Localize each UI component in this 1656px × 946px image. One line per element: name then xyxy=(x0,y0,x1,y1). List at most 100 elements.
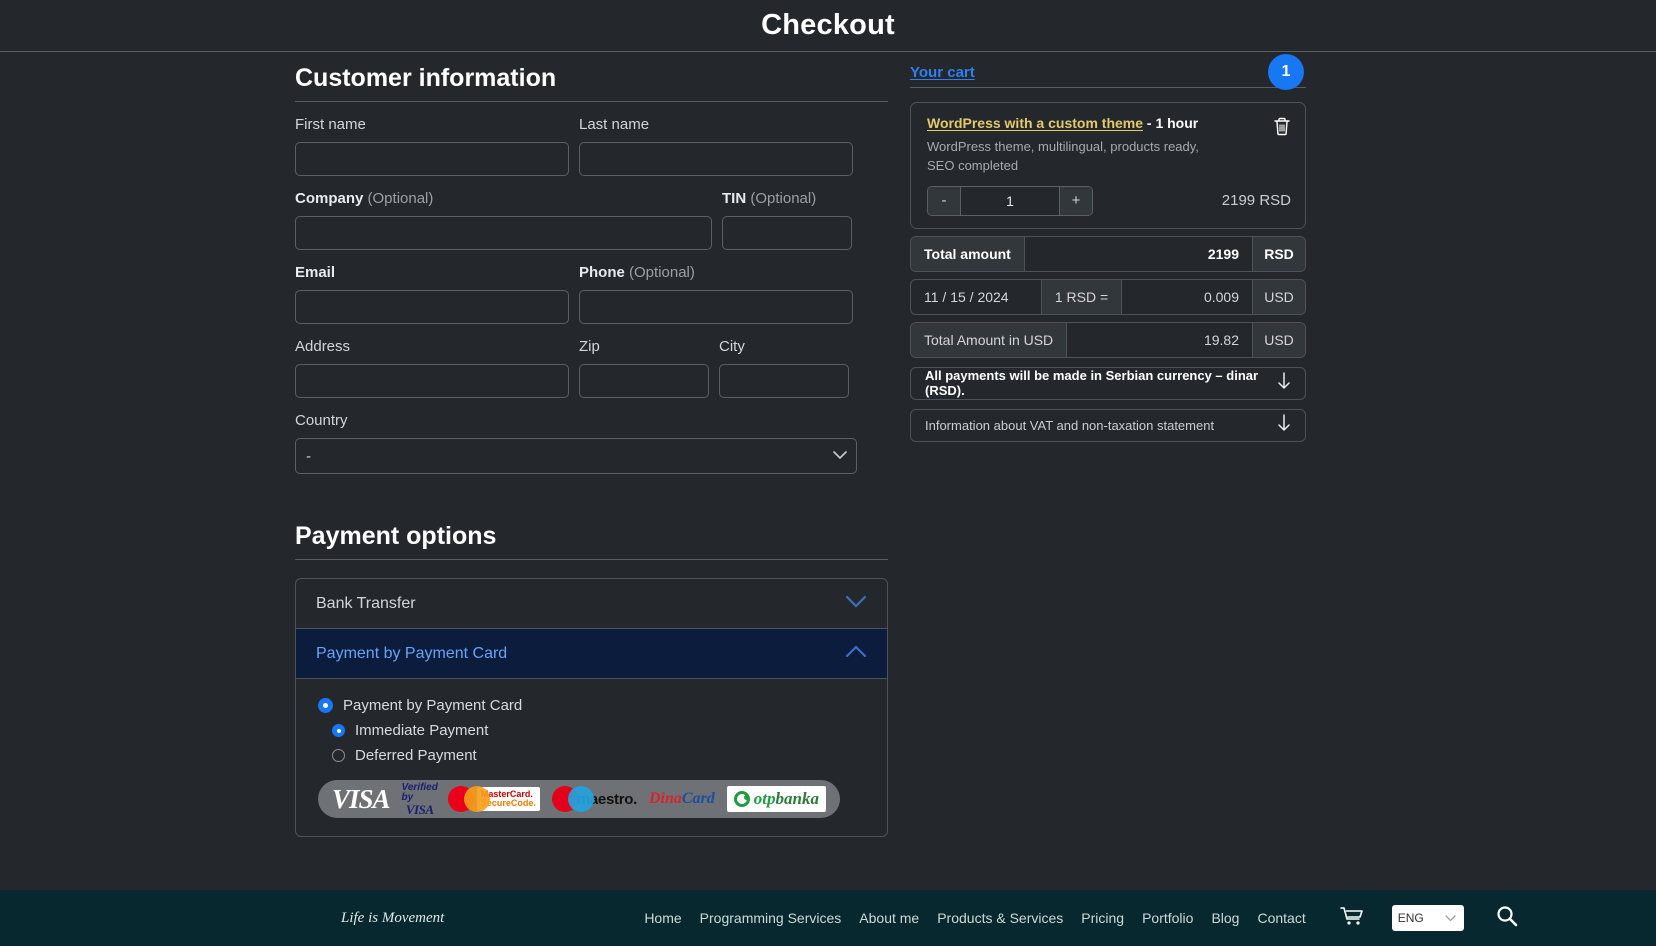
cart-column: Your cart 1 WordPress with a custom them… xyxy=(910,52,1306,442)
payment-method-bank-transfer[interactable]: Bank Transfer xyxy=(296,579,887,629)
total-usd-label: Total Amount in USD xyxy=(911,322,1068,357)
footer-link-pricing[interactable]: Pricing xyxy=(1081,910,1124,926)
radio-deferred-payment[interactable]: Deferred Payment xyxy=(318,747,867,764)
dinacard-text-card: Card xyxy=(681,790,715,807)
company-input[interactable] xyxy=(295,216,712,250)
cart-item-name-link[interactable]: WordPress with a custom theme xyxy=(927,115,1143,131)
mastercard-logo xyxy=(447,786,490,812)
zip-input[interactable] xyxy=(579,364,709,398)
footer-link-products-services[interactable]: Products & Services xyxy=(937,910,1063,926)
exchange-rate-currency: USD xyxy=(1252,279,1305,314)
zip-field: Zip xyxy=(579,338,709,398)
dinacard-logo: DinaCard xyxy=(649,790,715,808)
exchange-rate-date: 11 / 15 / 2024 xyxy=(924,288,1009,305)
mastercard-circle-orange xyxy=(463,786,490,812)
otp-banka-logo: otpbanka xyxy=(726,786,826,812)
address-input[interactable] xyxy=(295,364,569,398)
currency-notice-row[interactable]: All payments will be made in Serbian cur… xyxy=(910,366,1306,400)
cart-header: Your cart 1 xyxy=(910,52,1306,90)
tin-label-text: TIN xyxy=(722,190,747,207)
radio-immediate-payment-label: Immediate Payment xyxy=(355,722,489,739)
exchange-rate-label: 1 RSD = xyxy=(1040,279,1123,314)
email-label: Email xyxy=(295,264,569,282)
radio-payment-by-card-label: Payment by Payment Card xyxy=(343,697,523,714)
quantity-stepper: - + xyxy=(927,185,1093,216)
city-input[interactable] xyxy=(719,364,849,398)
email-input[interactable] xyxy=(295,290,569,324)
verified-by-visa-line1: Verified by xyxy=(401,781,438,803)
footer-link-about-me[interactable]: About me xyxy=(859,910,919,926)
customer-column: Customer information First name Last nam… xyxy=(295,52,888,837)
first-name-input[interactable] xyxy=(295,142,569,176)
language-select[interactable]: ENG xyxy=(1391,905,1464,931)
city-field: City xyxy=(719,338,849,398)
language-select-wrap: ENG xyxy=(1382,905,1464,931)
cart-item-footer: - + 2199 RSD xyxy=(927,185,1291,216)
payment-method-payment-card[interactable]: Payment by Payment Card xyxy=(296,629,887,679)
phone-optional-text: (Optional) xyxy=(629,264,695,281)
search-icon[interactable] xyxy=(1496,905,1518,932)
company-label: Company (Optional) xyxy=(295,190,712,208)
quantity-input[interactable] xyxy=(960,186,1060,215)
quantity-decrease-button[interactable]: - xyxy=(928,186,960,215)
payment-options-title: Payment options xyxy=(295,510,888,560)
zip-label: Zip xyxy=(579,338,600,355)
email-label-text: Email xyxy=(295,264,336,281)
payment-method-bank-transfer-label: Bank Transfer xyxy=(316,594,416,612)
vat-notice-text: Information about VAT and non-taxation s… xyxy=(925,417,1215,433)
vat-notice-row[interactable]: Information about VAT and non-taxation s… xyxy=(910,408,1306,442)
cart-item-price: 2199 RSD xyxy=(1221,192,1291,210)
tin-label: TIN (Optional) xyxy=(722,190,852,208)
cart-item-title: WordPress with a custom theme - 1 hour xyxy=(927,115,1291,131)
first-name-field: First name xyxy=(295,116,569,176)
footer-link-programming-services[interactable]: Programming Services xyxy=(700,910,842,926)
maestro-circle-blue xyxy=(567,786,594,812)
phone-label: Phone (Optional) xyxy=(579,264,853,282)
radio-button-icon xyxy=(332,749,345,762)
payment-card-panel: Payment by Payment Card Immediate Paymen… xyxy=(296,679,887,836)
total-usd-value: 19.82 xyxy=(1203,331,1239,348)
total-amount-label: Total amount xyxy=(911,236,1025,271)
dinacard-text-dina: Dina xyxy=(648,790,682,807)
total-amount-row: Total amount 2199 RSD xyxy=(910,235,1306,272)
first-name-label: First name xyxy=(295,116,366,133)
checkout-page: Checkout Customer information First name… xyxy=(0,0,1656,946)
address-field: Address xyxy=(295,338,569,398)
exchange-rate-row: 11 / 15 / 2024 1 RSD = 0.009 USD xyxy=(910,278,1306,315)
phone-input[interactable] xyxy=(579,290,853,324)
footer-link-contact[interactable]: Contact xyxy=(1257,910,1305,926)
footer-nav: Home Programming Services About me Produ… xyxy=(644,905,1518,932)
main-content: Customer information First name Last nam… xyxy=(0,52,1656,837)
radio-immediate-payment[interactable]: Immediate Payment xyxy=(318,722,867,739)
address-label: Address xyxy=(295,338,351,355)
tin-field: TIN (Optional) xyxy=(722,190,852,250)
last-name-field: Last name xyxy=(579,116,853,176)
footer-link-portfolio[interactable]: Portfolio xyxy=(1142,910,1193,926)
company-row: Company (Optional) TIN (Optional) xyxy=(295,190,888,250)
verified-by-visa-logo: Verified by VISA xyxy=(402,780,438,818)
country-row: Country - xyxy=(295,412,888,474)
arrow-down-icon xyxy=(1277,371,1291,395)
otp-banka-logo-text: otpbanka xyxy=(754,789,819,809)
radio-payment-by-card[interactable]: Payment by Payment Card xyxy=(318,697,867,714)
cart-count-badge: 1 xyxy=(1268,54,1304,90)
footer-link-home[interactable]: Home xyxy=(644,910,681,926)
payment-method-payment-card-label: Payment by Payment Card xyxy=(316,644,508,662)
footer-link-blog[interactable]: Blog xyxy=(1211,910,1239,926)
email-field: Email xyxy=(295,264,569,324)
tin-input[interactable] xyxy=(722,216,852,250)
shopping-cart-icon[interactable] xyxy=(1339,906,1364,931)
last-name-input[interactable] xyxy=(579,142,853,176)
country-label: Country xyxy=(295,412,348,429)
company-optional-text: (Optional) xyxy=(367,190,434,207)
company-field: Company (Optional) xyxy=(295,190,712,250)
otp-text-banka: banka xyxy=(775,789,819,808)
your-cart-link[interactable]: Your cart xyxy=(910,64,975,81)
country-field: Country - xyxy=(295,412,857,474)
quantity-increase-button[interactable]: + xyxy=(1060,186,1092,215)
country-select[interactable]: - xyxy=(295,438,857,474)
maestro-logo-marks xyxy=(551,786,594,812)
otp-mark-icon xyxy=(733,791,750,807)
trash-icon[interactable] xyxy=(1273,116,1291,141)
